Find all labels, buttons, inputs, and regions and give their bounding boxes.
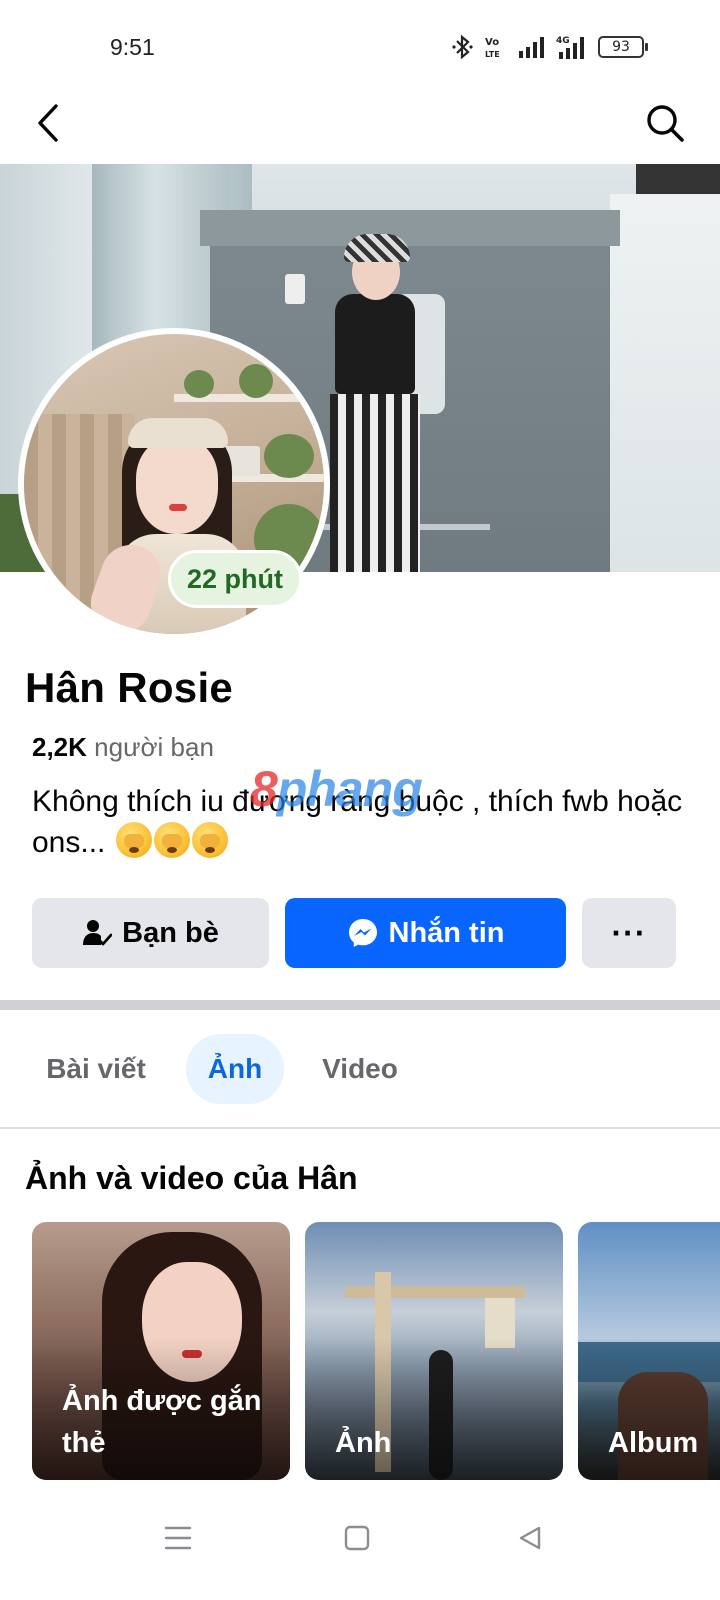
photo-cards-row: Ảnh được gắn thẻ Ảnh Album <box>0 1222 720 1480</box>
more-icon: ··· <box>611 914 647 951</box>
tab-video[interactable]: Video <box>304 1034 416 1104</box>
home-button[interactable] <box>327 1508 387 1568</box>
status-time: 9:51 <box>110 34 155 60</box>
signal-icon <box>519 37 544 58</box>
tab-posts[interactable]: Bài viết <box>26 1034 166 1104</box>
menu-icon <box>164 1526 192 1550</box>
bluetooth-icon <box>452 34 473 60</box>
search-button[interactable] <box>640 98 690 148</box>
svg-text:4G: 4G <box>556 36 570 46</box>
top-navigation-bar <box>0 90 720 164</box>
face-with-hand-over-eyes-emoji-icon <box>191 822 228 858</box>
active-time-badge: 22 phút <box>168 550 302 608</box>
recent-apps-button[interactable] <box>148 1508 208 1568</box>
section-divider <box>0 1000 720 1010</box>
triangle-back-icon <box>519 1526 541 1550</box>
friends-button[interactable]: Bạn bè <box>32 898 269 968</box>
photo-card-photos[interactable]: Ảnh <box>305 1222 563 1480</box>
messenger-icon <box>348 919 377 947</box>
battery-icon: 93 <box>598 36 648 58</box>
photo-card-album[interactable]: Album <box>578 1222 720 1480</box>
4g-signal-icon: 4G <box>556 36 584 59</box>
system-back-button[interactable] <box>500 1508 560 1568</box>
tab-photos[interactable]: Ảnh <box>186 1034 284 1104</box>
status-icons: Vo LTE 4G 93 <box>452 32 648 62</box>
more-options-button[interactable]: ··· <box>582 898 676 968</box>
friend-check-icon <box>83 920 113 946</box>
watermark-logo: 8phang <box>250 761 423 817</box>
photos-section-title: Ảnh và video của Hân <box>25 1160 358 1196</box>
profile-tabs: Bài viết Ảnh Video <box>0 1034 720 1104</box>
photo-card-tagged[interactable]: Ảnh được gắn thẻ <box>32 1222 290 1480</box>
svg-text:Vo: Vo <box>485 37 499 48</box>
volte-icon: Vo LTE <box>485 37 500 59</box>
message-button[interactable]: Nhắn tin <box>285 898 566 968</box>
system-navigation-bar <box>0 1490 720 1600</box>
search-icon <box>647 105 684 142</box>
friends-count: 2,2K <box>32 732 87 762</box>
photo-card-label: Ảnh <box>335 1427 392 1459</box>
profile-actions: Bạn bè Nhắn tin ··· <box>32 898 688 968</box>
svg-text:LTE: LTE <box>485 50 500 59</box>
face-with-hand-over-eyes-emoji-icon <box>115 822 152 858</box>
friends-button-label: Bạn bè <box>122 916 219 949</box>
friends-label: người bạn <box>94 732 214 762</box>
home-square-icon <box>344 1525 370 1551</box>
profile-name: Hân Rosie <box>25 664 234 711</box>
photo-card-label: Ảnh được gắn thẻ <box>62 1385 262 1459</box>
photo-card-label: Album <box>608 1427 699 1459</box>
tabs-divider <box>0 1127 720 1129</box>
status-bar: 9:51 Vo LTE 4G 93 <box>0 0 720 90</box>
message-button-label: Nhắn tin <box>388 916 505 949</box>
face-with-hand-over-eyes-emoji-icon <box>153 822 190 858</box>
back-button[interactable] <box>26 98 70 148</box>
friends-count-line[interactable]: 2,2K người bạn <box>32 732 214 763</box>
chevron-left-icon <box>38 104 58 142</box>
